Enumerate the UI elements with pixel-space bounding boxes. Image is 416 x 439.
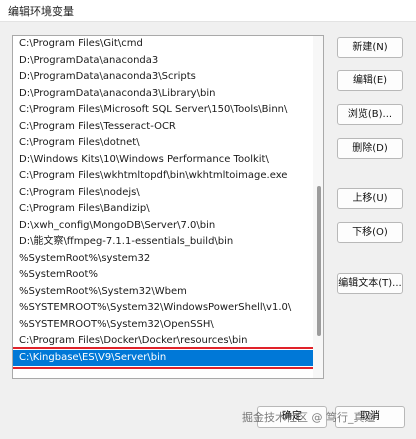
path-item[interactable]: C:\Program Files\Bandizip\ [13,201,313,218]
title-bar: 编辑环境变量 [0,0,416,22]
watermark: 掘金技术社区 @ 笃行_真道 [242,411,376,424]
browse-button[interactable]: 浏览(B)... [337,104,403,125]
path-item[interactable]: D:\ProgramData\anaconda3\Scripts [13,69,313,86]
window-title: 编辑环境变量 [8,5,74,18]
path-item[interactable]: C:\Program Files\Git\cmd [13,36,313,53]
path-item[interactable]: %SystemRoot%\System32\Wbem [13,284,313,301]
path-item[interactable]: %SYSTEMROOT%\System32\OpenSSH\ [13,317,313,334]
edit-button[interactable]: 编辑(E) [337,70,403,91]
path-item[interactable]: C:\Program Files\Microsoft SQL Server\15… [13,102,313,119]
path-item[interactable]: D:\能文察\ffmpeg-7.1.1-essentials_build\bin [13,234,313,251]
path-item[interactable]: C:\Program Files\Tesseract-OCR [13,119,313,136]
path-item[interactable]: %SystemRoot%\system32 [13,251,313,268]
path-item[interactable]: D:\ProgramData\anaconda3\Library\bin [13,86,313,103]
vertical-scrollbar[interactable] [313,36,323,378]
move-up-button[interactable]: 上移(U) [337,188,403,209]
selected-path-item[interactable]: C:\Kingbase\ES\V9\Server\bin [13,346,316,369]
path-list-rows: C:\Program Files\Git\cmd D:\ProgramData\a… [13,36,316,369]
path-item[interactable]: D:\Windows Kits\10\Windows Performance T… [13,152,313,169]
path-item[interactable]: D:\ProgramData\anaconda3 [13,53,313,70]
path-item[interactable]: D:\xwh_config\MongoDB\Server\7.0\bin [13,218,313,235]
move-down-button[interactable]: 下移(O) [337,222,403,243]
scrollbar-thumb[interactable] [317,186,321,336]
path-item[interactable]: C:\Program Files\wkhtmltopdf\bin\wkhtmlt… [13,168,313,185]
path-item[interactable]: %SYSTEMROOT%\System32\WindowsPowerShell\… [13,300,313,317]
path-item[interactable]: C:\Program Files\dotnet\ [13,135,313,152]
new-button[interactable]: 新建(N) [337,37,403,58]
path-list[interactable]: C:\Program Files\Git\cmd D:\ProgramData\a… [12,35,324,379]
path-item[interactable]: %SystemRoot% [13,267,313,284]
path-item[interactable]: C:\Program Files\Docker\Docker\resources… [13,333,313,350]
path-item[interactable]: C:\Program Files\nodejs\ [13,185,313,202]
delete-button[interactable]: 删除(D) [337,138,403,159]
edit-text-button[interactable]: 编辑文本(T)... [337,273,403,294]
